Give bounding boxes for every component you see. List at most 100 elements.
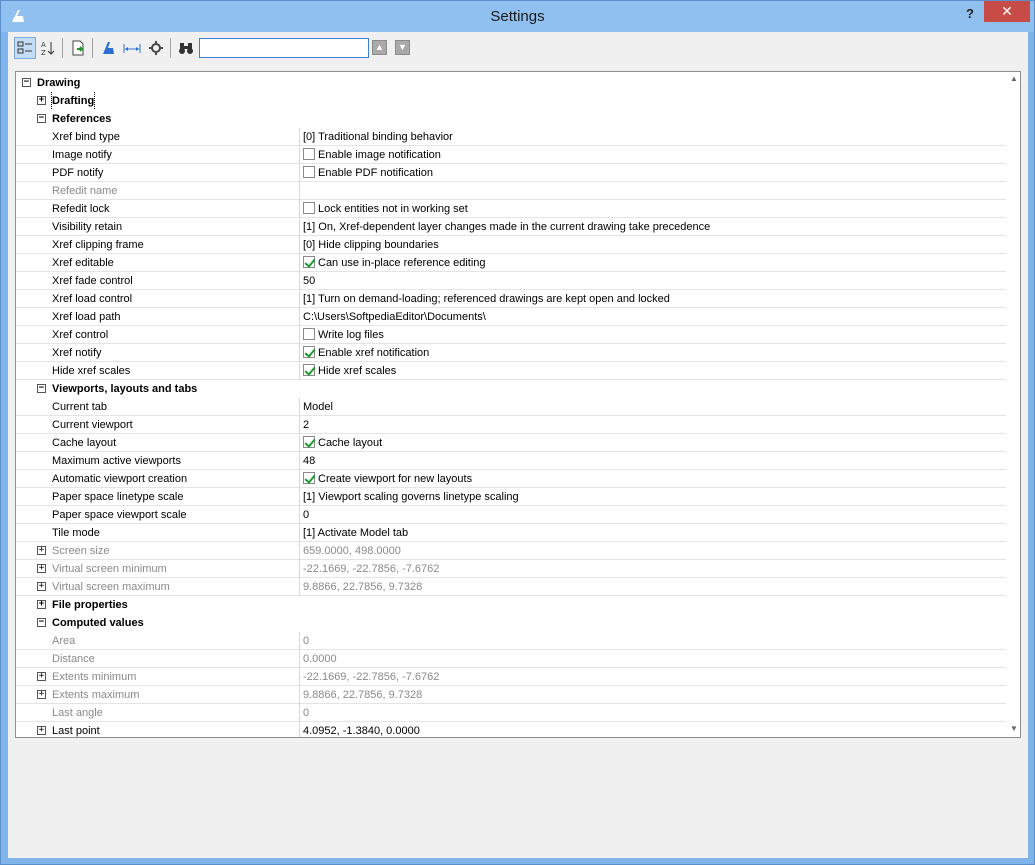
property-row[interactable]: Cache layout Cache layout <box>16 434 1006 452</box>
categorized-view-button[interactable] <box>14 37 36 59</box>
checkbox-unchecked[interactable] <box>303 166 315 178</box>
property-row[interactable]: Refedit name <box>16 182 1006 200</box>
property-value-cell[interactable]: Model <box>299 398 1006 416</box>
property-row[interactable]: Tile mode [1] Activate Model tab <box>16 524 1006 542</box>
category-row[interactable]: − Drawing <box>16 74 1006 92</box>
property-row[interactable]: Current tab Model <box>16 398 1006 416</box>
property-row[interactable]: + Screen size 659.0000, 498.0000 <box>16 542 1006 560</box>
set-variable-button[interactable] <box>98 37 120 59</box>
collapse-icon[interactable]: − <box>37 618 46 627</box>
collapse-icon[interactable]: − <box>37 384 46 393</box>
scroll-down-icon[interactable]: ▼ <box>1008 724 1020 734</box>
property-row[interactable]: Visibility retain [1] On, Xref-dependent … <box>16 218 1006 236</box>
property-row[interactable]: Xref clipping frame [0] Hide clipping bou… <box>16 236 1006 254</box>
property-value-cell[interactable]: Enable PDF notification <box>299 164 1006 182</box>
close-button[interactable]: ✕ <box>984 1 1030 22</box>
property-value-cell[interactable]: [1] Activate Model tab <box>299 524 1006 542</box>
property-row[interactable]: Refedit lock Lock entities not in working… <box>16 200 1006 218</box>
property-value-cell[interactable]: 48 <box>299 452 1006 470</box>
property-row[interactable]: Xref load control [1] Turn on demand-load… <box>16 290 1006 308</box>
property-value-cell[interactable]: [1] Turn on demand-loading; referenced d… <box>299 290 1006 308</box>
property-row[interactable]: Xref fade control 50 <box>16 272 1006 290</box>
collapse-icon[interactable]: − <box>22 78 31 87</box>
property-value-cell[interactable]: Lock entities not in working set <box>299 200 1006 218</box>
property-value-cell[interactable]: [1] Viewport scaling governs linetype sc… <box>299 488 1006 506</box>
property-row[interactable]: + Extents minimum -22.1669, -22.7856, -7.6… <box>16 668 1006 686</box>
property-value-cell[interactable]: 9.8866, 22.7856, 9.7328 <box>299 686 1006 704</box>
category-row[interactable]: − References <box>16 110 1006 128</box>
property-value-cell[interactable]: 0 <box>299 704 1006 722</box>
expand-icon[interactable]: + <box>37 600 46 609</box>
alphabetic-view-button[interactable]: A Z <box>37 37 59 59</box>
title-bar[interactable]: Settings ? ✕ <box>1 1 1034 32</box>
dimension-button[interactable] <box>121 37 143 59</box>
scroll-up-icon[interactable]: ▲ <box>1008 74 1020 84</box>
property-value-cell[interactable]: [0] Hide clipping boundaries <box>299 236 1006 254</box>
property-row[interactable]: PDF notify Enable PDF notification <box>16 164 1006 182</box>
category-row[interactable]: − Viewports, layouts and tabs <box>16 380 1006 398</box>
property-row[interactable]: Last angle 0 <box>16 704 1006 722</box>
property-value-cell[interactable]: Write log files <box>299 326 1006 344</box>
property-value-cell[interactable]: Cache layout <box>299 434 1006 452</box>
checkbox-checked[interactable] <box>303 256 315 268</box>
property-grid[interactable]: − Drawing + Drafting − References Xref bind ty… <box>15 71 1021 738</box>
property-row[interactable]: Xref editable Can use in-place reference … <box>16 254 1006 272</box>
property-value-cell[interactable]: Create viewport for new layouts <box>299 470 1006 488</box>
property-row[interactable]: Maximum active viewports 48 <box>16 452 1006 470</box>
property-row[interactable]: Paper space linetype scale [1] Viewport s… <box>16 488 1006 506</box>
property-value-cell[interactable]: 0.0000 <box>299 650 1006 668</box>
expand-icon[interactable]: + <box>37 726 46 735</box>
property-value-cell[interactable]: 0 <box>299 632 1006 650</box>
category-row[interactable]: + File properties <box>16 596 1006 614</box>
property-value-cell[interactable]: C:\Users\SoftpediaEditor\Documents\ <box>299 308 1006 326</box>
property-value-cell[interactable] <box>299 182 1006 200</box>
vertical-scrollbar[interactable]: ▲ ▼ <box>1006 72 1020 737</box>
property-value-cell[interactable]: 2 <box>299 416 1006 434</box>
checkbox-checked[interactable] <box>303 364 315 376</box>
property-row[interactable]: Paper space viewport scale 0 <box>16 506 1006 524</box>
property-row[interactable]: Xref bind type [0] Traditional binding be… <box>16 128 1006 146</box>
property-value-cell[interactable]: -22.1669, -22.7856, -7.6762 <box>299 560 1006 578</box>
expand-icon[interactable]: + <box>37 96 46 105</box>
category-row[interactable]: + Drafting <box>16 92 1006 110</box>
property-value-cell[interactable]: 0 <box>299 506 1006 524</box>
collapse-icon[interactable]: − <box>37 114 46 123</box>
checkbox-checked[interactable] <box>303 346 315 358</box>
property-value-cell[interactable]: 50 <box>299 272 1006 290</box>
property-value-cell[interactable]: 9.8866, 22.7856, 9.7328 <box>299 578 1006 596</box>
expand-icon[interactable]: + <box>37 582 46 591</box>
checkbox-unchecked[interactable] <box>303 328 315 340</box>
property-row[interactable]: Area 0 <box>16 632 1006 650</box>
property-value-cell[interactable]: Hide xref scales <box>299 362 1006 380</box>
checkbox-unchecked[interactable] <box>303 148 315 160</box>
property-value-cell[interactable]: Enable image notification <box>299 146 1006 164</box>
expand-icon[interactable]: + <box>37 546 46 555</box>
property-row[interactable]: Xref control Write log files <box>16 326 1006 344</box>
property-value-cell[interactable]: Can use in-place reference editing <box>299 254 1006 272</box>
property-row[interactable]: + Last point 4.0952, -1.3840, 0.0000 <box>16 722 1006 737</box>
property-value-cell[interactable]: 659.0000, 498.0000 <box>299 542 1006 560</box>
property-row[interactable]: Xref notify Enable xref notification <box>16 344 1006 362</box>
property-row[interactable]: + Virtual screen maximum 9.8866, 22.7856, … <box>16 578 1006 596</box>
find-button[interactable] <box>175 37 197 59</box>
category-row[interactable]: − Computed values <box>16 614 1006 632</box>
find-next-button[interactable]: ▼ <box>395 40 410 55</box>
find-previous-button[interactable]: ▲ <box>372 40 387 55</box>
property-row[interactable]: Distance 0.0000 <box>16 650 1006 668</box>
checkbox-checked[interactable] <box>303 472 315 484</box>
property-value-cell[interactable]: [1] On, Xref-dependent layer changes mad… <box>299 218 1006 236</box>
expand-icon[interactable]: + <box>37 690 46 699</box>
search-input[interactable] <box>199 38 369 58</box>
property-value-cell[interactable]: -22.1669, -22.7856, -7.6762 <box>299 668 1006 686</box>
help-button[interactable]: ? <box>959 5 981 23</box>
property-row[interactable]: + Extents maximum 9.8866, 22.7856, 9.7328 <box>16 686 1006 704</box>
property-row[interactable]: Current viewport 2 <box>16 416 1006 434</box>
property-row[interactable]: Hide xref scales Hide xref scales <box>16 362 1006 380</box>
expand-icon[interactable]: + <box>37 564 46 573</box>
property-row[interactable]: Image notify Enable image notification <box>16 146 1006 164</box>
property-value-cell[interactable]: 4.0952, -1.3840, 0.0000 <box>299 722 1006 737</box>
checkbox-checked[interactable] <box>303 436 315 448</box>
settings-button[interactable] <box>145 37 167 59</box>
property-row[interactable]: + Virtual screen minimum -22.1669, -22.785… <box>16 560 1006 578</box>
checkbox-unchecked[interactable] <box>303 202 315 214</box>
